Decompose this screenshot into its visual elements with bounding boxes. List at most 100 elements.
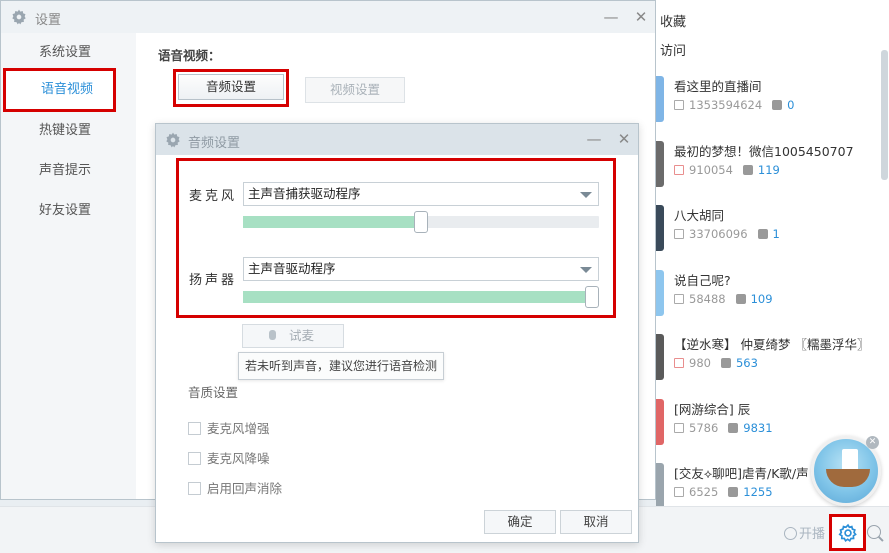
mic-volume-slider[interactable] (243, 211, 599, 233)
sidebar-item-friends[interactable]: 好友设置 (1, 191, 136, 231)
mic-volume-thumb[interactable] (414, 211, 428, 233)
channel-thumbnail (656, 463, 664, 509)
channel-viewer-count: 119 (757, 162, 780, 177)
settings-sidebar: 系统设置 语音视频 热键设置 声音提示 好友设置 (1, 33, 136, 499)
chevron-down-icon (580, 192, 592, 198)
search-icon[interactable] (867, 525, 881, 539)
channel-viewer-count: 1 (772, 227, 780, 241)
cancel-button[interactable]: 取消 (560, 510, 632, 534)
user-icon (772, 100, 783, 110)
channel-item[interactable]: 【逆水寒】 仲夏绮梦 〖糯墨浮华〗 980 563 (656, 332, 889, 398)
mic-boost-checkbox[interactable]: 麦克风增强 (188, 418, 270, 437)
noise-reduction-label: 麦克风降噪 (207, 451, 270, 466)
channel-id: 5786 (689, 420, 719, 435)
visits-header[interactable]: 访问 (656, 37, 889, 67)
user-icon (720, 358, 731, 368)
channel-id: 980 (689, 356, 711, 370)
mic-device-value: 主声音捕获驱动程序 (248, 186, 361, 201)
sidebar-item-hotkeys[interactable]: 热键设置 (1, 111, 136, 151)
speaker-label: 扬声器 (189, 273, 238, 288)
channel-id: 58488 (689, 291, 726, 306)
audio-settings-dialog: 音频设置 — ✕ 麦克风 主声音捕获驱动程序 扬声器 主声音驱动程序 试麦 若未… (155, 123, 639, 543)
voice-check-tooltip: 若未听到声音，建议您进行语音检测 (238, 352, 444, 380)
channel-title: 八大胡同 (674, 208, 725, 223)
favorites-header[interactable]: 收藏 (656, 8, 889, 38)
channel-id-icon (674, 100, 684, 110)
channel-viewer-count: 1255 (743, 485, 773, 499)
channel-viewer-count: 0 (787, 98, 795, 112)
user-icon (728, 422, 739, 433)
channel-thumbnail (656, 269, 664, 316)
channel-title: [交友⟡聊吧]虐青/K歌/声 (674, 466, 809, 481)
test-mic-button[interactable]: 试麦 (242, 324, 344, 348)
channel-thumbnail (656, 334, 664, 380)
noise-reduction-checkbox[interactable]: 麦克风降噪 (188, 448, 270, 467)
confirm-button[interactable]: 确定 (484, 510, 556, 534)
section-title: 语音视频： (158, 48, 221, 63)
channel-stats: 6525 1255 (674, 485, 773, 499)
test-mic-label: 试麦 (289, 328, 315, 343)
video-settings-tab[interactable]: 视频设置 (305, 77, 405, 103)
open-live-button[interactable]: 开播 (784, 523, 825, 542)
channel-title: 说自己呢? (674, 272, 731, 288)
audio-dialog-titlebar[interactable]: 音频设置 — ✕ (156, 124, 638, 155)
echo-cancel-label: 启用回声消除 (207, 481, 283, 496)
channel-id: 33706096 (689, 227, 748, 241)
sidebar-item-sound-alerts[interactable]: 声音提示 (1, 151, 136, 191)
echo-cancel-checkbox[interactable]: 启用回声消除 (188, 478, 282, 497)
channel-item[interactable]: 最初的梦想！微信1005450707 910054 119 (656, 139, 889, 205)
audio-close-button[interactable]: ✕ (614, 129, 634, 149)
audio-dialog-title: 音频设置 (188, 136, 241, 151)
settings-gear-button[interactable] (829, 514, 866, 551)
audio-settings-tab[interactable]: 音频设置 (173, 69, 289, 107)
close-button[interactable]: ✕ (631, 7, 651, 27)
channel-stats: 1353594624 0 (674, 98, 795, 112)
sidebar-item-system[interactable]: 系统设置 (1, 33, 136, 73)
channel-item[interactable]: 说自己呢? 58488 109 (656, 268, 889, 334)
sidebar-item-voice-video[interactable]: 语音视频 (3, 68, 116, 112)
channel-list-scrollbar[interactable] (881, 50, 888, 180)
channel-viewer-count: 9831 (743, 420, 773, 435)
user-icon (757, 229, 768, 239)
channel-viewer-count: 109 (750, 291, 773, 306)
channel-id: 910054 (689, 162, 733, 177)
microphone-icon (269, 330, 276, 340)
channel-stats: 5786 9831 (674, 421, 773, 435)
channel-thumbnail (656, 398, 664, 445)
quality-section-label: 音质设置 (188, 385, 239, 400)
user-icon (728, 487, 739, 497)
channel-id-icon (674, 229, 684, 239)
gear-icon (12, 9, 26, 25)
avatar-close-icon[interactable]: ✕ (866, 436, 879, 449)
speaker-volume-thumb[interactable] (585, 286, 599, 308)
channel-viewer-count: 563 (735, 356, 758, 370)
channel-id-icon (674, 422, 684, 433)
channel-stats: 58488 109 (674, 292, 773, 306)
channel-title: 最初的梦想！微信1005450707 (674, 143, 854, 159)
live-icon (784, 527, 797, 540)
audio-minimize-button[interactable]: — (584, 129, 604, 149)
channel-id-icon (674, 358, 684, 368)
gear-icon (166, 132, 180, 148)
channel-id-icon (674, 164, 684, 175)
user-icon (742, 164, 753, 175)
channel-item[interactable]: 八大胡同 33706096 1 (656, 203, 889, 269)
open-live-label: 开播 (799, 527, 826, 542)
channel-id-icon (674, 293, 684, 304)
gear-icon (838, 523, 857, 542)
settings-titlebar[interactable]: 设置 — ✕ (1, 1, 655, 33)
channel-title: [网游综合] 辰 (674, 401, 751, 417)
audio-settings-tab-label: 音频设置 (178, 74, 284, 100)
channel-stats: 980 563 (674, 356, 758, 370)
minimize-button[interactable]: — (601, 7, 621, 27)
channel-item[interactable]: 看这里的直播间 1353594624 0 (656, 74, 889, 140)
speaker-device-select[interactable]: 主声音驱动程序 (243, 257, 599, 281)
channel-id: 6525 (689, 485, 719, 499)
mic-device-select[interactable]: 主声音捕获驱动程序 (243, 182, 599, 206)
chevron-down-icon (580, 267, 592, 273)
channel-thumbnail (656, 205, 664, 251)
settings-title: 设置 (35, 13, 62, 28)
channel-stats: 33706096 1 (674, 227, 780, 241)
speaker-volume-slider[interactable] (243, 286, 599, 308)
channel-stats: 910054 119 (674, 163, 780, 177)
